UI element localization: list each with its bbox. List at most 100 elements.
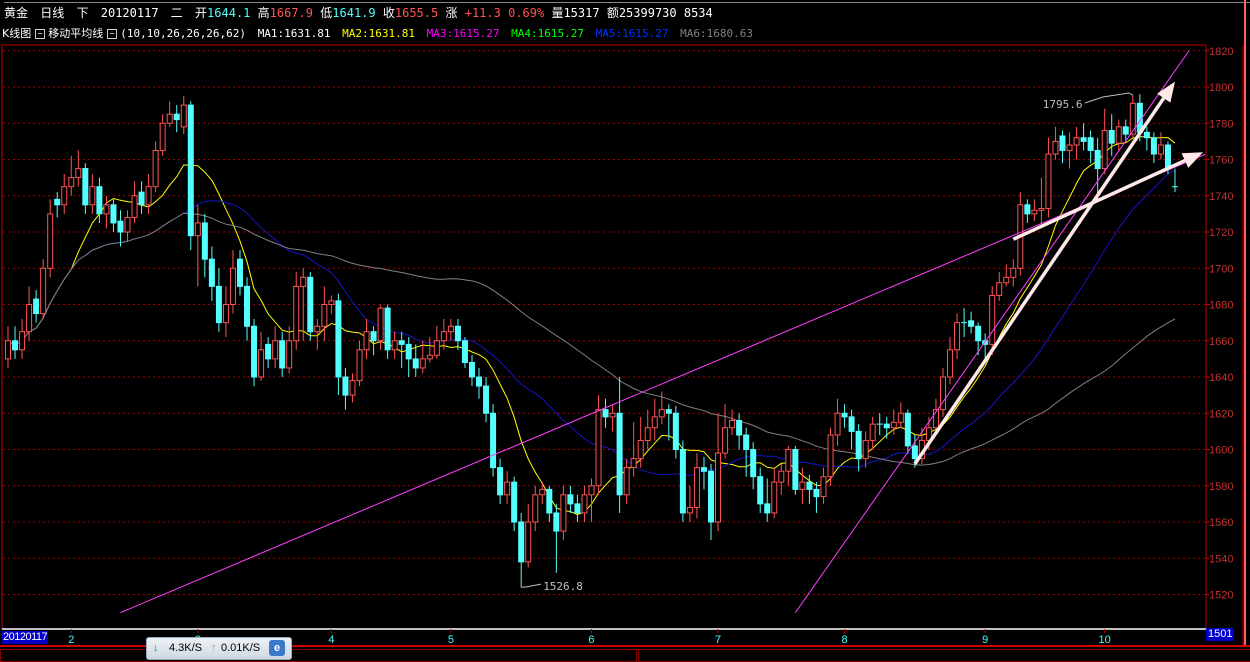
candle-body [82,168,89,206]
candle-body [384,307,391,351]
candle [321,286,328,341]
candle [208,246,215,301]
candle [300,268,307,341]
candle-body [651,416,658,429]
y-tick-label: 1720 [1209,227,1233,239]
candle [630,422,637,477]
candle [560,485,567,541]
candle-body [19,331,26,351]
candle [166,101,173,127]
browser-icon[interactable]: e [269,640,285,656]
candle-body [286,340,293,369]
candle-body [166,113,173,124]
candle-body [483,385,490,414]
candle-body [525,521,532,563]
arrow-head [1157,81,1175,103]
candle [12,326,19,359]
candle-body [1129,102,1136,135]
annotation-leader [1084,92,1134,104]
candle [398,331,405,368]
price-annotation: 1526.8 [543,580,583,593]
candle-body [665,409,672,414]
candle-body [476,376,483,387]
candle [370,326,377,356]
candle-body [1122,126,1129,135]
candle [61,174,68,214]
candle [476,367,483,399]
candle-body [314,325,321,333]
candle [68,155,75,196]
candle-body [497,467,504,496]
candle [511,476,518,532]
x-tick-label: 10 [1099,634,1111,645]
candle-body [729,420,736,429]
candle-body [827,434,834,478]
candle-body [1115,126,1122,144]
plot-frame [1,44,1207,630]
y-tick-label: 1640 [1209,372,1233,384]
candle-body [265,343,272,360]
candle-body [1101,130,1108,170]
candle-body [616,412,623,496]
candle-body [293,285,300,342]
candle [757,467,764,513]
candle [574,494,581,522]
candle-body [440,331,447,342]
candle [454,319,461,350]
candle [75,150,82,187]
candle [771,467,778,519]
candle-body [1003,276,1010,284]
candle [947,337,954,385]
candle-body [996,282,1003,296]
candle-body [187,104,194,237]
candle-body [750,449,757,478]
candle [616,377,623,513]
candle [229,250,236,314]
candle [33,290,40,323]
candle-body [890,421,897,429]
candle-body [222,304,229,324]
candle [412,344,419,377]
candle [581,485,588,522]
candle [722,404,729,459]
candle-body [145,186,152,206]
candle [215,268,222,332]
candle [447,319,454,341]
network-speed-widget[interactable]: ↓ 4.3K/S ↑ 0.01K/S e [146,637,292,660]
candle-body [1108,130,1115,144]
candle [272,326,279,368]
candle [954,313,961,359]
candle [968,311,975,334]
candle-body [349,380,356,396]
candle [1171,168,1178,193]
candle-body [799,481,806,490]
candle [609,404,616,432]
candlestick-chart[interactable]: 1795.6 1526.8 1820 1800 1780 1760 1740 1720 1700… [0,0,1250,645]
candle-body [1010,267,1017,278]
candle-body [328,300,335,305]
candle [1038,177,1045,229]
candle-body [630,458,637,469]
candle-body [61,186,68,206]
candle [743,427,750,477]
candle [1087,130,1094,164]
trend-line [120,153,1205,614]
candle-body [1059,135,1066,151]
download-arrow-icon: ↓ [153,642,159,654]
candle [778,464,785,495]
candle-body [363,331,370,351]
candle-body [321,304,328,327]
candle-body [609,412,616,418]
candle-body [1031,209,1038,215]
candle-body [644,427,651,441]
candle [1059,130,1066,164]
candle-body [229,267,236,305]
candle [567,485,574,513]
candle [736,413,743,450]
candle-body [532,494,539,523]
candle-body [700,467,707,472]
moving-average-line-26 [7,169,1176,477]
candle [1101,108,1108,174]
candle [468,355,475,387]
candle [405,337,412,377]
